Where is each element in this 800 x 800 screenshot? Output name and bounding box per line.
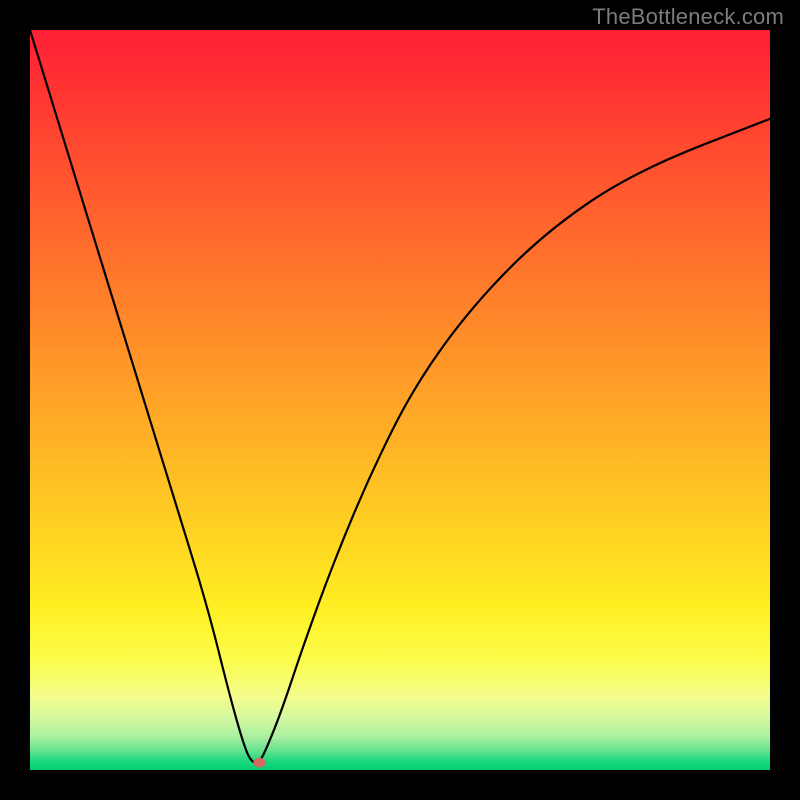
- min-marker-icon: [253, 758, 265, 768]
- data-curve: [30, 30, 770, 763]
- curve-svg: [30, 30, 770, 770]
- plot-area: [30, 30, 770, 770]
- chart-frame: TheBottleneck.com: [0, 0, 800, 800]
- watermark-text: TheBottleneck.com: [592, 4, 784, 30]
